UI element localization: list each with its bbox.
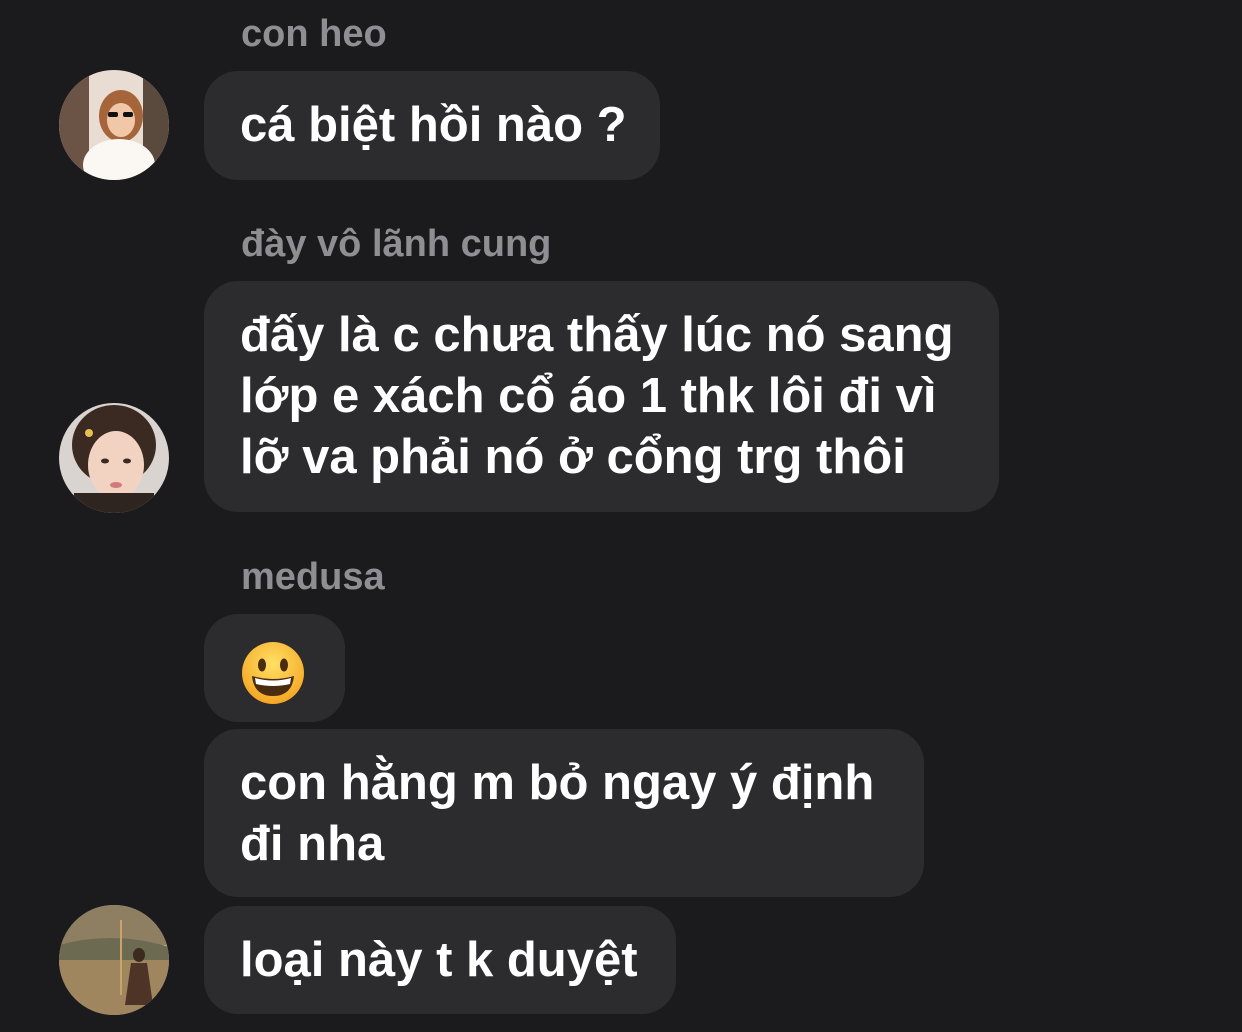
sender-name: medusa	[241, 556, 385, 598]
message-bubble[interactable]: cá biệt hồi nào ?	[204, 71, 660, 180]
message-bubble[interactable]: con hằng m bỏ ngay ý định đi nha	[204, 729, 924, 897]
sender-avatar[interactable]	[59, 905, 169, 1015]
sender-avatar[interactable]	[59, 403, 169, 513]
message-text: lỡ va phải nó ở cổng trg thôi	[240, 430, 906, 484]
message-text: loại này t k duyệt	[240, 933, 638, 987]
message-text: lớp e xách cổ áo 1 thk lôi đi vì	[240, 369, 937, 423]
sender-avatar[interactable]	[59, 70, 169, 180]
message-bubble[interactable]: loại này t k duyệt	[204, 906, 676, 1014]
grinning-face-emoji	[240, 640, 306, 706]
avatar-girl-portrait-image	[59, 403, 169, 513]
message-bubble[interactable]: đấy là c chưa thấy lúc nó sang lớp e xác…	[204, 281, 999, 512]
avatar-woman-sunglasses-image	[59, 70, 169, 180]
message-text: con hằng m bỏ ngay ý định	[240, 756, 875, 810]
message-text: đấy là c chưa thấy lúc nó sang	[240, 308, 954, 362]
sender-name: đày vô lãnh cung	[241, 223, 552, 265]
sender-name: con heo	[241, 13, 387, 55]
avatar-person-landscape-image	[59, 905, 169, 1015]
message-text: cá biệt hồi nào ?	[240, 98, 627, 152]
message-text: đi nha	[240, 817, 385, 871]
